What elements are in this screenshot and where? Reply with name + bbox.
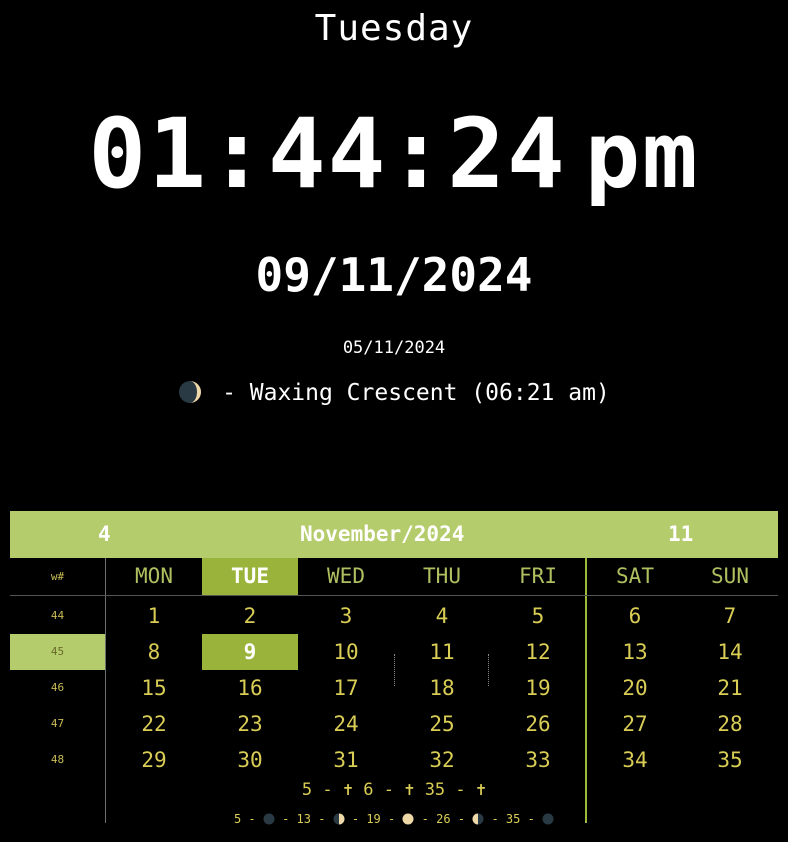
calendar-day[interactable]: 20 — [587, 670, 683, 706]
new-moon-icon — [542, 813, 554, 825]
moon-phases-line: 5 - - 13 - - 19 - - 26 - - 35 - — [0, 812, 788, 826]
calendar-day[interactable]: 25 — [394, 706, 490, 742]
moon-phase-day: - 26 - — [414, 812, 473, 826]
full-moon-icon — [402, 813, 414, 825]
moon-phase-day: - 19 - — [344, 812, 403, 826]
calendar-month-year: November/2024 — [300, 522, 465, 546]
calendar-day[interactable]: 26 — [490, 706, 586, 742]
calendar-day[interactable]: 30 — [202, 742, 298, 778]
week-number: 44 — [50, 609, 65, 622]
calendar-header: 4 November/2024 11 — [10, 511, 778, 558]
moon-phase-text: - Waxing Crescent (06:21 am) — [222, 380, 610, 406]
week-number: 47 — [50, 717, 65, 730]
day-header-tue: TUE — [202, 558, 298, 595]
calendar-day[interactable]: 24 — [298, 706, 394, 742]
calendar-day[interactable]: 12 — [490, 634, 586, 670]
week-number: 46 — [50, 681, 65, 694]
calendar-day-today[interactable]: 9 — [202, 634, 298, 670]
calendar-day[interactable]: 13 — [587, 634, 683, 670]
calendar-head-left: 4 — [98, 522, 111, 546]
dotted-divider — [488, 654, 489, 686]
moon-phase-day: 5 - — [233, 812, 263, 826]
calendar-day[interactable]: 3 — [298, 598, 394, 634]
calendar-day[interactable]: 31 — [298, 742, 394, 778]
calendar-day[interactable]: 6 — [587, 598, 683, 634]
calendar-day[interactable]: 33 — [490, 742, 586, 778]
calendar-day[interactable]: 18 — [394, 670, 490, 706]
calendar-head-right: 11 — [668, 522, 694, 546]
calendar-day[interactable]: 17 — [298, 670, 394, 706]
day-header-wed: WED — [327, 564, 365, 588]
calendar-day[interactable]: 22 — [106, 706, 202, 742]
last-quarter-moon-icon — [472, 813, 484, 825]
calendar-day[interactable]: 14 — [682, 634, 778, 670]
header-divider — [10, 595, 778, 596]
calendar-day[interactable]: 27 — [587, 706, 683, 742]
calendar: 4 November/2024 11 w# MON TUE WED THU FRI SAT S… — [10, 511, 778, 823]
day-header-sun: SUN — [711, 564, 749, 588]
calendar-day[interactable]: 5 — [490, 598, 586, 634]
day-name: Tuesday — [314, 8, 474, 49]
day-header-sat: SAT — [616, 564, 654, 588]
moon-phase-day: - 13 - — [274, 812, 333, 826]
calendar-day[interactable]: 29 — [106, 742, 202, 778]
calendar-day[interactable]: 19 — [490, 670, 586, 706]
first-quarter-moon-icon — [333, 813, 345, 825]
waxing-crescent-moon-icon — [179, 381, 202, 403]
clock: 01:44:24 pm — [0, 98, 788, 210]
calendar-day[interactable]: 1 — [106, 598, 202, 634]
calendar-day[interactable]: 21 — [682, 670, 778, 706]
week-number: 45 — [10, 634, 105, 670]
week-number: 48 — [50, 753, 65, 766]
calendar-day[interactable]: 7 — [682, 598, 778, 634]
new-moon-icon — [263, 813, 275, 825]
calendar-day[interactable]: 4 — [394, 598, 490, 634]
holidays-line: 5 - ✝ 6 - ✝ 35 - ✝ — [301, 780, 487, 800]
calendar-day[interactable]: 16 — [202, 670, 298, 706]
alternate-date: 05/11/2024 — [342, 338, 446, 358]
clock-ampm: pm — [584, 102, 700, 209]
calendar-day[interactable]: 35 — [682, 742, 778, 778]
moon-phase-day: - 35 - — [484, 812, 543, 826]
calendar-day[interactable]: 34 — [587, 742, 683, 778]
clock-time: 01:44:24 — [88, 98, 567, 210]
calendar-day[interactable]: 15 — [106, 670, 202, 706]
calendar-day[interactable]: 23 — [202, 706, 298, 742]
week-column-label: w# — [50, 570, 65, 583]
day-header-thu: THU — [423, 564, 461, 588]
calendar-day[interactable]: 28 — [682, 706, 778, 742]
calendar-day[interactable]: 32 — [394, 742, 490, 778]
day-header-fri: FRI — [519, 564, 557, 588]
calendar-day[interactable]: 11 — [394, 634, 490, 670]
calendar-day[interactable]: 2 — [202, 598, 298, 634]
calendar-day[interactable]: 8 — [106, 634, 202, 670]
dotted-divider — [394, 654, 395, 686]
calendar-day[interactable]: 10 — [298, 634, 394, 670]
day-header-mon: MON — [135, 564, 173, 588]
current-date: 09/11/2024 — [255, 248, 533, 302]
moon-phase-line: - Waxing Crescent (06:21 am) — [0, 380, 788, 406]
